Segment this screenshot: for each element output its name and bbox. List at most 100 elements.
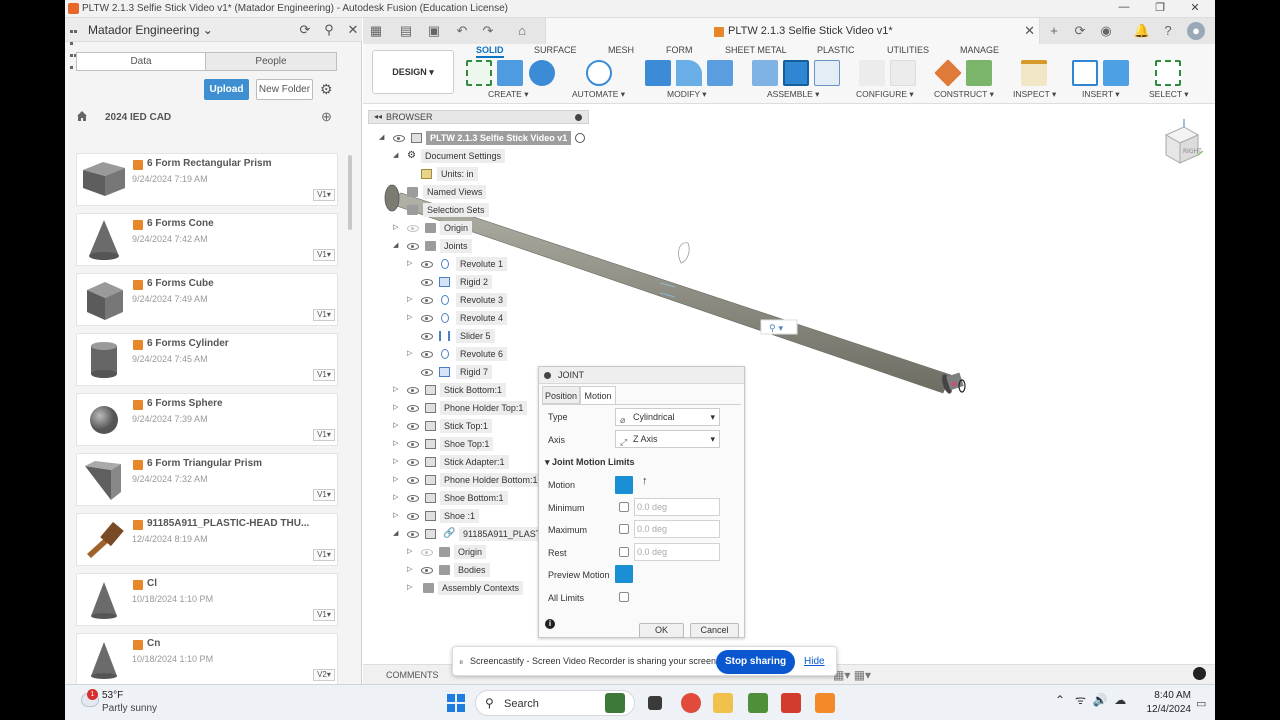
create-sketch-icon[interactable] — [466, 60, 492, 86]
insert-canvas-icon[interactable] — [1103, 60, 1129, 86]
new-design-icon[interactable]: ▦ — [367, 22, 385, 40]
expand-arrow-icon[interactable]: ▷ — [393, 490, 403, 506]
version-badge[interactable]: V1▾ — [313, 429, 335, 441]
visibility-eye-icon[interactable] — [407, 387, 419, 394]
tab-surface[interactable]: SURFACE — [534, 45, 577, 55]
close-window-button[interactable]: ✕ — [1180, 1, 1210, 17]
visibility-eye-icon[interactable] — [407, 531, 419, 538]
fillet-icon[interactable] — [676, 60, 702, 86]
task-view-icon[interactable] — [648, 696, 662, 710]
cancel-button[interactable]: Cancel — [690, 623, 739, 638]
expand-arrow-icon[interactable]: ▷ — [407, 310, 417, 326]
visibility-eye-icon[interactable] — [407, 477, 419, 484]
comments-label[interactable]: COMMENTS — [386, 670, 439, 680]
type-dropdown[interactable]: ⌀ Cylindrical — [615, 408, 720, 426]
automate-menu[interactable]: AUTOMATE ▾ — [572, 89, 625, 100]
undo-icon[interactable]: ↶ — [453, 22, 471, 40]
pin-icon[interactable] — [575, 114, 582, 121]
tab-utilities[interactable]: UTILITIES — [887, 45, 929, 55]
ok-button[interactable]: OK — [639, 623, 684, 638]
expand-arrow-icon[interactable]: ▷ — [393, 454, 403, 470]
hide-link[interactable]: Hide — [804, 656, 825, 667]
info-icon[interactable]: i — [545, 619, 555, 629]
slide-motion-arrow-icon[interactable]: ↑ — [642, 475, 648, 487]
tab-form[interactable]: FORM — [666, 45, 693, 55]
version-badge[interactable]: V1▾ — [313, 549, 335, 561]
tab-position[interactable]: Position — [542, 386, 580, 404]
version-badge[interactable]: V2▾ — [313, 669, 335, 681]
activate-radio-icon[interactable] — [575, 133, 585, 143]
file-item[interactable]: Cl 10/18/2024 1:10 PM V1▾ — [76, 573, 338, 626]
extensions-icon[interactable]: ⟳ — [1071, 22, 1089, 40]
visibility-eye-icon[interactable] — [421, 279, 433, 286]
tab-manage[interactable]: MANAGE — [960, 45, 999, 55]
expand-arrow-icon[interactable]: ▷ — [407, 346, 417, 362]
browser-panel-header[interactable]: ◂◂ BROWSER — [368, 110, 589, 124]
maximize-button[interactable]: ❐ — [1145, 1, 1175, 17]
tab-data[interactable]: Data — [77, 53, 206, 70]
display-settings-icon[interactable]: ▦▾ ▦▾ — [833, 668, 871, 682]
all-limits-checkbox[interactable] — [619, 592, 629, 602]
tab-people[interactable]: People — [206, 53, 336, 70]
expand-arrow-icon[interactable]: ▷ — [407, 580, 417, 596]
dialog-menu-icon[interactable] — [544, 372, 551, 379]
chrome-icon[interactable] — [681, 693, 701, 713]
collapse-arrow-icon[interactable]: ◢ — [393, 238, 403, 254]
expand-arrow-icon[interactable]: ▷ — [393, 418, 403, 434]
upload-button[interactable]: Upload — [204, 79, 249, 100]
rest-checkbox[interactable] — [619, 547, 629, 557]
measure-icon[interactable] — [1021, 60, 1047, 86]
select-icon[interactable] — [1155, 60, 1181, 86]
tab-sheet-metal[interactable]: SHEET METAL — [725, 45, 787, 55]
assemble-menu[interactable]: ASSEMBLE ▾ — [767, 89, 819, 100]
collapse-icon[interactable]: ◂◂ — [374, 112, 382, 121]
file-item[interactable]: 6 Forms Cylinder 9/24/2024 7:45 AM V1▾ — [76, 333, 338, 386]
help-icon[interactable]: ? — [1159, 22, 1177, 40]
expand-arrow-icon[interactable]: ▷ — [393, 382, 403, 398]
expand-arrow-icon[interactable]: ▷ — [407, 292, 417, 308]
file-item[interactable]: 6 Form Rectangular Prism 9/24/2024 7:19 … — [76, 153, 338, 206]
clock-date[interactable]: 12/4/2024 — [1136, 704, 1192, 715]
job-status-icon[interactable]: ◉ — [1097, 22, 1115, 40]
minimum-checkbox[interactable] — [619, 502, 629, 512]
joint-dialog-header[interactable]: JOINT — [539, 367, 744, 384]
file-item[interactable]: 6 Form Triangular Prism 9/24/2024 7:32 A… — [76, 453, 338, 506]
visibility-eye-icon[interactable] — [407, 495, 419, 502]
drag-handle-icon[interactable]: ⏸ — [459, 657, 464, 668]
rotation-motion-toggle[interactable] — [615, 476, 633, 494]
minimum-input[interactable]: 0.0 deg — [634, 498, 720, 516]
new-folder-button[interactable]: New Folder — [256, 79, 313, 100]
close-tab-icon[interactable]: ✕ — [1024, 23, 1035, 39]
home-icon[interactable] — [76, 110, 88, 122]
sync-icon[interactable]: ⊕ — [321, 109, 332, 125]
construct-menu[interactable]: CONSTRUCT ▾ — [934, 89, 994, 100]
refresh-icon[interactable]: ⟳ — [297, 22, 313, 38]
avatar[interactable]: ● — [1187, 22, 1205, 40]
visibility-eye-icon[interactable] — [421, 297, 433, 304]
visibility-eye-icon[interactable] — [421, 549, 433, 556]
axis-dropdown[interactable]: ⤢ Z Axis — [615, 430, 720, 448]
version-badge[interactable]: V1▾ — [313, 609, 335, 621]
new-tab-icon[interactable]: + — [1045, 22, 1063, 40]
expand-arrow-icon[interactable]: ▷ — [393, 472, 403, 488]
extrude-icon[interactable] — [497, 60, 523, 86]
visibility-eye-icon[interactable] — [407, 459, 419, 466]
configure-icon[interactable] — [859, 60, 885, 86]
file-item[interactable]: 6 Forms Sphere 9/24/2024 7:39 AM V1▾ — [76, 393, 338, 446]
visibility-eye-icon[interactable] — [421, 567, 433, 574]
automate-icon[interactable] — [586, 60, 612, 86]
visibility-eye-icon[interactable] — [407, 243, 419, 250]
form-icon[interactable] — [529, 60, 555, 86]
search-icon[interactable]: ⚲ — [321, 22, 337, 38]
redo-icon[interactable]: ↷ — [479, 22, 497, 40]
table-icon[interactable] — [814, 60, 840, 86]
version-badge[interactable]: V1▾ — [313, 309, 335, 321]
grid-icon[interactable] — [70, 25, 81, 69]
file-item[interactable]: 91185A911_PLASTIC-HEAD THU... 12/4/2024 … — [76, 513, 338, 566]
visibility-eye-icon[interactable] — [407, 513, 419, 520]
visibility-eye-icon[interactable] — [407, 225, 419, 232]
expand-arrow-icon[interactable]: ▷ — [407, 256, 417, 272]
configure-table-icon[interactable] — [890, 60, 916, 86]
temperature[interactable]: 53°F — [102, 690, 123, 701]
maximum-input[interactable]: 0.0 deg — [634, 520, 720, 538]
